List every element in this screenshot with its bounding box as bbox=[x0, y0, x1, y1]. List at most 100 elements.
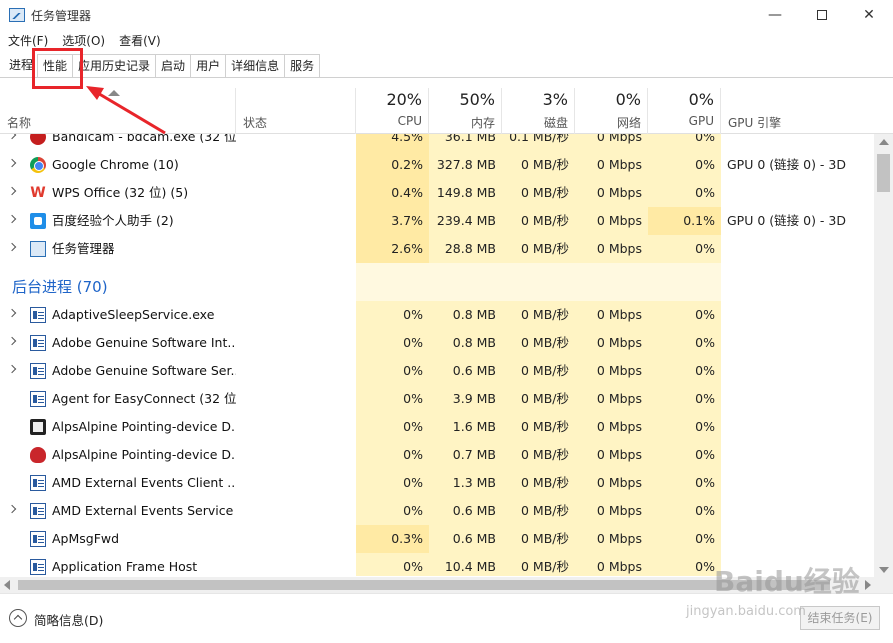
process-row[interactable]: 百度经验个人助手 (2) 3.7% 239.4 MB 0 MB/秒 0 Mbps 0.1%… bbox=[0, 207, 874, 235]
menu-options[interactable]: 选项(O) bbox=[62, 31, 105, 51]
process-network: 0 Mbps bbox=[575, 235, 648, 263]
process-row[interactable]: Agent for EasyConnect (32 位) 0% 3.9 MB 0 MB… bbox=[0, 385, 874, 413]
process-row[interactable]: AMD External Events Client ... 0% 1.3 MB 0 … bbox=[0, 469, 874, 497]
process-row[interactable]: Adobe Genuine Software Int... 0% 0.8 MB 0 M… bbox=[0, 329, 874, 357]
process-gpu: 0% bbox=[648, 301, 721, 329]
collapse-up-icon[interactable] bbox=[9, 609, 27, 627]
process-status bbox=[236, 497, 356, 525]
process-memory: 10.4 MB bbox=[429, 553, 502, 576]
scroll-up-icon[interactable] bbox=[879, 139, 889, 145]
process-name: Application Frame Host bbox=[52, 559, 198, 574]
process-network: 0 Mbps bbox=[575, 413, 648, 441]
process-disk: 0 MB/秒 bbox=[502, 385, 575, 413]
vertical-scrollbar[interactable] bbox=[874, 134, 893, 577]
column-status[interactable]: 状态 bbox=[236, 88, 356, 134]
menu-bar: 文件(F) 选项(O) 查看(V) bbox=[0, 31, 893, 51]
horizontal-scroll-thumb[interactable] bbox=[18, 580, 830, 590]
process-gpu: 0% bbox=[648, 497, 721, 525]
column-memory[interactable]: 50% 内存 bbox=[429, 88, 502, 134]
tab-users[interactable]: 用户 bbox=[190, 54, 227, 77]
fewer-details-link[interactable]: 简略信息(D) bbox=[34, 610, 103, 629]
process-gpu-engine bbox=[721, 235, 874, 263]
process-status bbox=[236, 469, 356, 497]
menu-file[interactable]: 文件(F) bbox=[8, 31, 48, 51]
task-manager-icon bbox=[9, 8, 25, 22]
process-cpu: 0% bbox=[356, 301, 429, 329]
process-gpu-engine bbox=[721, 134, 874, 151]
column-network[interactable]: 0% 网络 bbox=[575, 88, 648, 134]
sort-up-icon[interactable] bbox=[108, 90, 120, 96]
process-name: AlpsAlpine Pointing-device D... bbox=[52, 447, 236, 462]
process-memory: 149.8 MB bbox=[429, 179, 502, 207]
vertical-scroll-thumb[interactable] bbox=[877, 154, 890, 192]
process-row[interactable]: ApMsgFwd 0.3% 0.6 MB 0 MB/秒 0 Mbps 0% bbox=[0, 525, 874, 553]
cpu-total: 20% bbox=[386, 90, 422, 109]
horizontal-scrollbar[interactable] bbox=[0, 577, 893, 593]
column-header-row: 名称 状态 20% CPU 50% 内存 3% 磁盘 0% 网络 0% GPU … bbox=[0, 88, 893, 134]
title-bar: 任务管理器 — ✕ bbox=[0, 0, 893, 30]
end-task-button[interactable]: 结束任务(E) bbox=[800, 606, 880, 630]
process-row[interactable]: Adobe Genuine Software Ser... 0% 0.6 MB 0 M… bbox=[0, 357, 874, 385]
process-memory: 1.6 MB bbox=[429, 413, 502, 441]
process-disk: 0 MB/秒 bbox=[502, 329, 575, 357]
tab-processes[interactable]: 进程 bbox=[0, 54, 39, 77]
column-gpu[interactable]: 0% GPU bbox=[648, 88, 721, 134]
process-memory: 0.8 MB bbox=[429, 329, 502, 357]
process-row[interactable]: W WPS Office (32 位) (5) 0.4% 149.8 MB 0 MB/秒… bbox=[0, 179, 874, 207]
process-cpu: 0% bbox=[356, 329, 429, 357]
process-gpu: 0.1% bbox=[648, 207, 721, 235]
group-heat-fill bbox=[575, 263, 648, 301]
process-memory: 3.9 MB bbox=[429, 385, 502, 413]
minimize-button[interactable]: — bbox=[752, 0, 798, 30]
process-status bbox=[236, 385, 356, 413]
process-disk: 0 MB/秒 bbox=[502, 301, 575, 329]
process-row[interactable]: Bandicam - bdcam.exe (32 位) 4.5% 36.1 MB 0.… bbox=[0, 134, 874, 151]
tab-bar: 进程 性能 应用历史记录 启动 用户 详细信息 服务 bbox=[0, 54, 893, 78]
process-disk: 0 MB/秒 bbox=[502, 151, 575, 179]
process-row[interactable]: AlpsAlpine Pointing-device D... 0% 1.6 MB 0… bbox=[0, 413, 874, 441]
tab-startup[interactable]: 启动 bbox=[155, 54, 192, 77]
scroll-right-icon[interactable] bbox=[865, 580, 871, 590]
process-gpu: 0% bbox=[648, 235, 721, 263]
column-gpu-label: GPU bbox=[688, 114, 714, 128]
tab-app-history[interactable]: 应用历史记录 bbox=[72, 54, 157, 77]
column-cpu[interactable]: 20% CPU bbox=[356, 88, 429, 134]
process-cpu: 0% bbox=[356, 497, 429, 525]
tab-performance[interactable]: 性能 bbox=[37, 54, 74, 77]
tab-services[interactable]: 服务 bbox=[284, 54, 321, 77]
column-memory-label: 内存 bbox=[470, 116, 495, 130]
process-row[interactable]: AlpsAlpine Pointing-device D... 0% 0.7 MB 0… bbox=[0, 441, 874, 469]
process-row[interactable]: AdaptiveSleepService.exe 0% 0.8 MB 0 MB/秒 0 … bbox=[0, 301, 874, 329]
process-name: 任务管理器 bbox=[52, 241, 115, 256]
memory-total: 50% bbox=[459, 90, 495, 109]
process-disk: 0 MB/秒 bbox=[502, 235, 575, 263]
process-network: 0 Mbps bbox=[575, 441, 648, 469]
process-gpu: 0% bbox=[648, 469, 721, 497]
process-row[interactable]: 任务管理器 2.6% 28.8 MB 0 MB/秒 0 Mbps 0% bbox=[0, 235, 874, 263]
menu-view[interactable]: 查看(V) bbox=[119, 31, 161, 51]
column-disk-label: 磁盘 bbox=[543, 116, 568, 130]
column-gpu-engine-label: GPU 引擎 bbox=[728, 116, 782, 130]
scroll-down-icon[interactable] bbox=[879, 567, 889, 573]
process-cpu: 3.7% bbox=[356, 207, 429, 235]
column-status-label: 状态 bbox=[243, 116, 268, 130]
process-row[interactable]: Application Frame Host 0% 10.4 MB 0 MB/秒 0 M… bbox=[0, 553, 874, 576]
process-disk: 0 MB/秒 bbox=[502, 207, 575, 235]
maximize-button[interactable] bbox=[799, 0, 845, 30]
close-button[interactable]: ✕ bbox=[846, 0, 892, 30]
background-processes-group[interactable]: 后台进程 (70) bbox=[0, 263, 874, 301]
process-disk: 0 MB/秒 bbox=[502, 179, 575, 207]
process-name: AlpsAlpine Pointing-device D... bbox=[52, 419, 236, 434]
process-network: 0 Mbps bbox=[575, 385, 648, 413]
scroll-left-icon[interactable] bbox=[4, 580, 10, 590]
process-row[interactable]: AMD External Events Service ... 0% 0.6 MB 0… bbox=[0, 497, 874, 525]
process-network: 0 Mbps bbox=[575, 469, 648, 497]
process-network: 0 Mbps bbox=[575, 553, 648, 576]
process-network: 0 Mbps bbox=[575, 151, 648, 179]
column-disk[interactable]: 3% 磁盘 bbox=[502, 88, 575, 134]
tab-details[interactable]: 详细信息 bbox=[225, 54, 286, 77]
process-row[interactable]: Google Chrome (10) 0.2% 327.8 MB 0 MB/秒 0 Mb… bbox=[0, 151, 874, 179]
column-gpu-engine[interactable]: GPU 引擎 bbox=[721, 88, 874, 134]
process-name: AMD External Events Service ... bbox=[52, 503, 236, 518]
process-memory: 1.3 MB bbox=[429, 469, 502, 497]
